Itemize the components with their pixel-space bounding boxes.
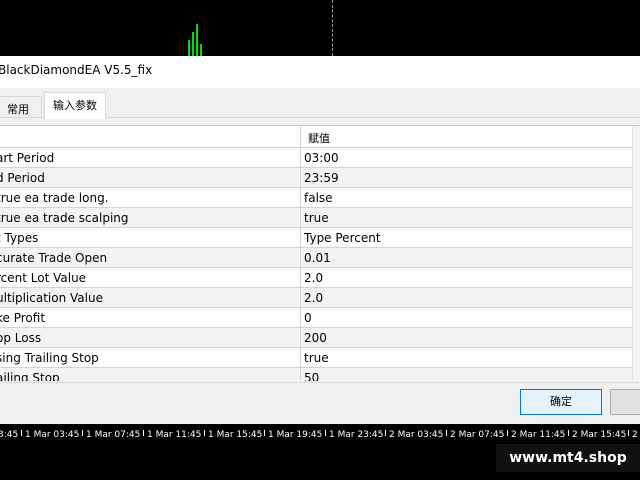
- param-value[interactable]: true: [304, 351, 329, 365]
- time-tick: 2 Mar 15:45: [567, 430, 627, 440]
- time-tick: 1 Mar 03:45: [20, 430, 80, 440]
- cancel-button[interactable]: [610, 389, 640, 415]
- tab-inputs[interactable]: 输入参数: [44, 92, 106, 119]
- param-name: t Types: [0, 231, 39, 245]
- param-value[interactable]: 23:59: [304, 171, 339, 185]
- param-value[interactable]: true: [304, 211, 329, 225]
- cell-divider: [300, 228, 301, 248]
- param-value[interactable]: 50: [304, 371, 319, 381]
- table-row[interactable]: ailing Stop 50: [0, 368, 632, 381]
- dialog-footer: 确定: [0, 382, 640, 424]
- dialog-title: BlackDiamondEA V5.5_fix: [0, 63, 153, 77]
- cell-divider: [300, 208, 301, 228]
- table-row[interactable]: true ea trade long. false: [0, 188, 632, 208]
- param-name: op Loss: [0, 331, 42, 345]
- time-tick: 2 Mar: [628, 430, 640, 440]
- param-name: d Period: [0, 171, 45, 185]
- cell-divider: [300, 308, 301, 328]
- time-tick: 1 Mar 11:45: [142, 430, 202, 440]
- table-row[interactable]: rcent Lot Value 2.0: [0, 268, 632, 288]
- table-row[interactable]: art Period 03:00: [0, 148, 632, 168]
- tab-common[interactable]: 常用: [0, 96, 42, 118]
- candle-bar: [188, 40, 190, 56]
- param-value[interactable]: 2.0: [304, 291, 323, 305]
- chart-area-top: [0, 0, 640, 56]
- param-name: rcent Lot Value: [0, 271, 87, 285]
- value-column-header[interactable]: 赋值: [308, 130, 330, 146]
- param-name: true ea trade long.: [0, 191, 109, 205]
- param-name: sing Trailing Stop: [0, 351, 99, 365]
- candle-bar: [200, 44, 202, 56]
- param-name: ultiplication Value: [0, 291, 103, 305]
- ea-properties-dialog: BlackDiamondEA V5.5_fix 常用 输入参数 赋值 art P…: [0, 56, 640, 424]
- table-row[interactable]: d Period 23:59: [0, 168, 632, 188]
- cell-divider: [300, 148, 301, 168]
- param-value[interactable]: 0: [304, 311, 312, 325]
- time-axis: 3:45 1 Mar 03:45 1 Mar 07:45 1 Mar 11:45…: [0, 424, 640, 480]
- table-row[interactable]: t Types Type Percent: [0, 228, 632, 248]
- table-row[interactable]: ke Profit 0: [0, 308, 632, 328]
- candle-bar: [192, 32, 194, 56]
- cell-divider: [300, 168, 301, 188]
- cell-divider: [300, 248, 301, 268]
- table-row[interactable]: true ea trade scalping true: [0, 208, 632, 228]
- table-row[interactable]: op Loss 200: [0, 328, 632, 348]
- cell-divider: [300, 328, 301, 348]
- cell-divider: [300, 288, 301, 308]
- watermark-label: www.mt4.shop: [496, 444, 640, 472]
- grid-scrollbar[interactable]: [632, 126, 640, 381]
- param-value[interactable]: 200: [304, 331, 327, 345]
- time-tick: 2 Mar 11:45: [506, 430, 566, 440]
- grid-rows: art Period 03:00 d Period 23:59 true ea …: [0, 148, 632, 381]
- crosshair-line: [332, 0, 333, 56]
- time-tick: 2 Mar 07:45: [445, 430, 505, 440]
- cell-divider: [300, 348, 301, 368]
- param-value[interactable]: Type Percent: [304, 231, 381, 245]
- header-divider: [300, 126, 301, 148]
- param-name: ailing Stop: [0, 371, 60, 381]
- param-value[interactable]: 03:00: [304, 151, 339, 165]
- tab-inputs-label: 输入参数: [53, 99, 97, 112]
- candle-bar: [196, 24, 198, 56]
- param-name: true ea trade scalping: [0, 211, 129, 225]
- table-row[interactable]: curate Trade Open 0.01: [0, 248, 632, 268]
- ok-button[interactable]: 确定: [520, 389, 602, 415]
- param-value[interactable]: 0.01: [304, 251, 331, 265]
- param-name: ke Profit: [0, 311, 46, 325]
- param-value[interactable]: 2.0: [304, 271, 323, 285]
- table-row[interactable]: sing Trailing Stop true: [0, 348, 632, 368]
- grid-header: 赋值: [0, 126, 632, 148]
- tab-common-label: 常用: [7, 103, 29, 116]
- inputs-grid: 赋值 art Period 03:00 d Period 23:59 true …: [0, 125, 640, 381]
- cell-divider: [300, 268, 301, 288]
- dialog-titlebar: BlackDiamondEA V5.5_fix: [0, 56, 640, 88]
- time-tick: 1 Mar 23:45: [324, 430, 384, 440]
- tab-bar: 常用 输入参数: [0, 92, 640, 119]
- param-name: art Period: [0, 151, 55, 165]
- param-name: curate Trade Open: [0, 251, 108, 265]
- cell-divider: [300, 368, 301, 381]
- time-tick: 3:45: [0, 430, 19, 440]
- time-tick: 1 Mar 15:45: [203, 430, 263, 440]
- cell-divider: [300, 188, 301, 208]
- time-tick: 1 Mar 07:45: [81, 430, 141, 440]
- time-tick: 1 Mar 19:45: [263, 430, 323, 440]
- table-row[interactable]: ultiplication Value 2.0: [0, 288, 632, 308]
- time-tick: 2 Mar 03:45: [384, 430, 444, 440]
- param-value[interactable]: false: [304, 191, 333, 205]
